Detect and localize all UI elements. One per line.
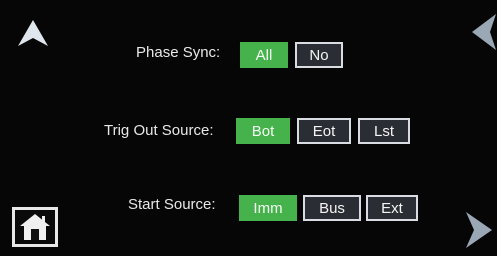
left-arrow-icon[interactable] [470,12,496,52]
right-arrow-icon[interactable] [462,210,494,250]
home-icon [20,214,50,240]
up-arrow-icon[interactable] [16,18,50,48]
trig-out-lst-button[interactable]: Lst [358,118,410,144]
start-source-ext-button[interactable]: Ext [366,195,418,221]
trig-out-eot-button[interactable]: Eot [297,118,351,144]
home-button[interactable] [12,207,58,247]
phase-sync-no-button[interactable]: No [295,42,343,68]
start-source-label: Start Source: [128,196,216,213]
phase-sync-label: Phase Sync: [136,44,221,61]
start-source-bus-button[interactable]: Bus [303,195,361,221]
trig-out-source-label: Trig Out Source: [104,122,214,139]
start-source-imm-button[interactable]: Imm [239,195,297,221]
phase-sync-all-button[interactable]: All [240,42,288,68]
trig-out-bot-button[interactable]: Bot [236,118,290,144]
touch-screen: Phase Sync: All No Trig Out Source: Bot … [0,0,497,256]
